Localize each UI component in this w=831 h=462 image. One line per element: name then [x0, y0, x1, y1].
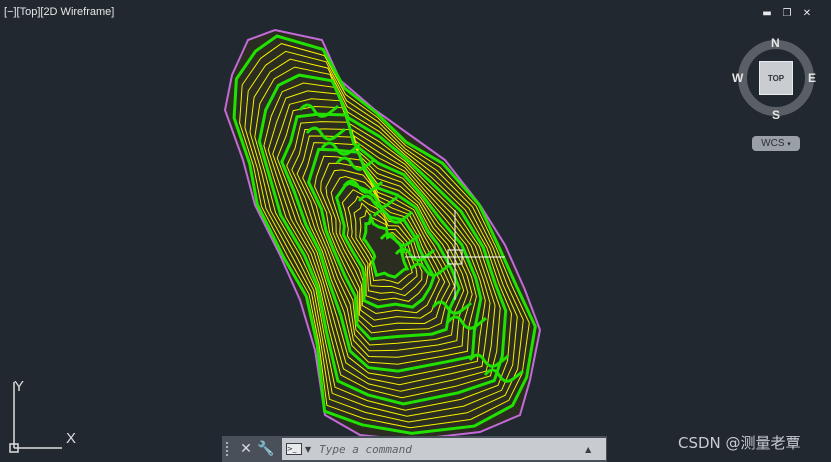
chevron-down-icon: ▾ — [787, 140, 791, 148]
ucs-icon: Y X — [8, 378, 88, 462]
ucs-x-label: X — [66, 430, 77, 447]
wcs-label: WCS — [761, 138, 785, 149]
compass-south[interactable]: S — [772, 108, 780, 122]
command-input[interactable] — [317, 441, 582, 457]
compass-west[interactable]: W — [732, 71, 743, 85]
wcs-menu[interactable]: WCS ▾ — [752, 136, 800, 151]
drawing-canvas[interactable] — [0, 0, 831, 462]
close-command-line-button[interactable]: ✕ — [236, 441, 256, 457]
customize-wrench-icon[interactable]: 🔧 — [256, 441, 276, 457]
viewcube-top-face[interactable]: TOP — [759, 61, 793, 95]
chevron-down-icon[interactable]: ▼ — [305, 445, 311, 454]
command-prompt-icon[interactable]: >_ — [286, 443, 302, 455]
ucs-y-label: Y — [14, 378, 25, 395]
compass-east[interactable]: E — [808, 71, 816, 85]
compass-north[interactable]: N — [771, 36, 780, 50]
command-input-field[interactable]: >_ ▼ ▲ — [282, 438, 606, 460]
drag-handle[interactable] — [226, 442, 236, 456]
viewcube[interactable]: N S E W TOP — [732, 36, 818, 122]
command-line: ✕ 🔧 >_ ▼ ▲ — [222, 436, 607, 462]
command-history-arrow-icon[interactable]: ▲ — [585, 445, 591, 454]
watermark: CSDN @测量老覃 — [678, 434, 801, 452]
